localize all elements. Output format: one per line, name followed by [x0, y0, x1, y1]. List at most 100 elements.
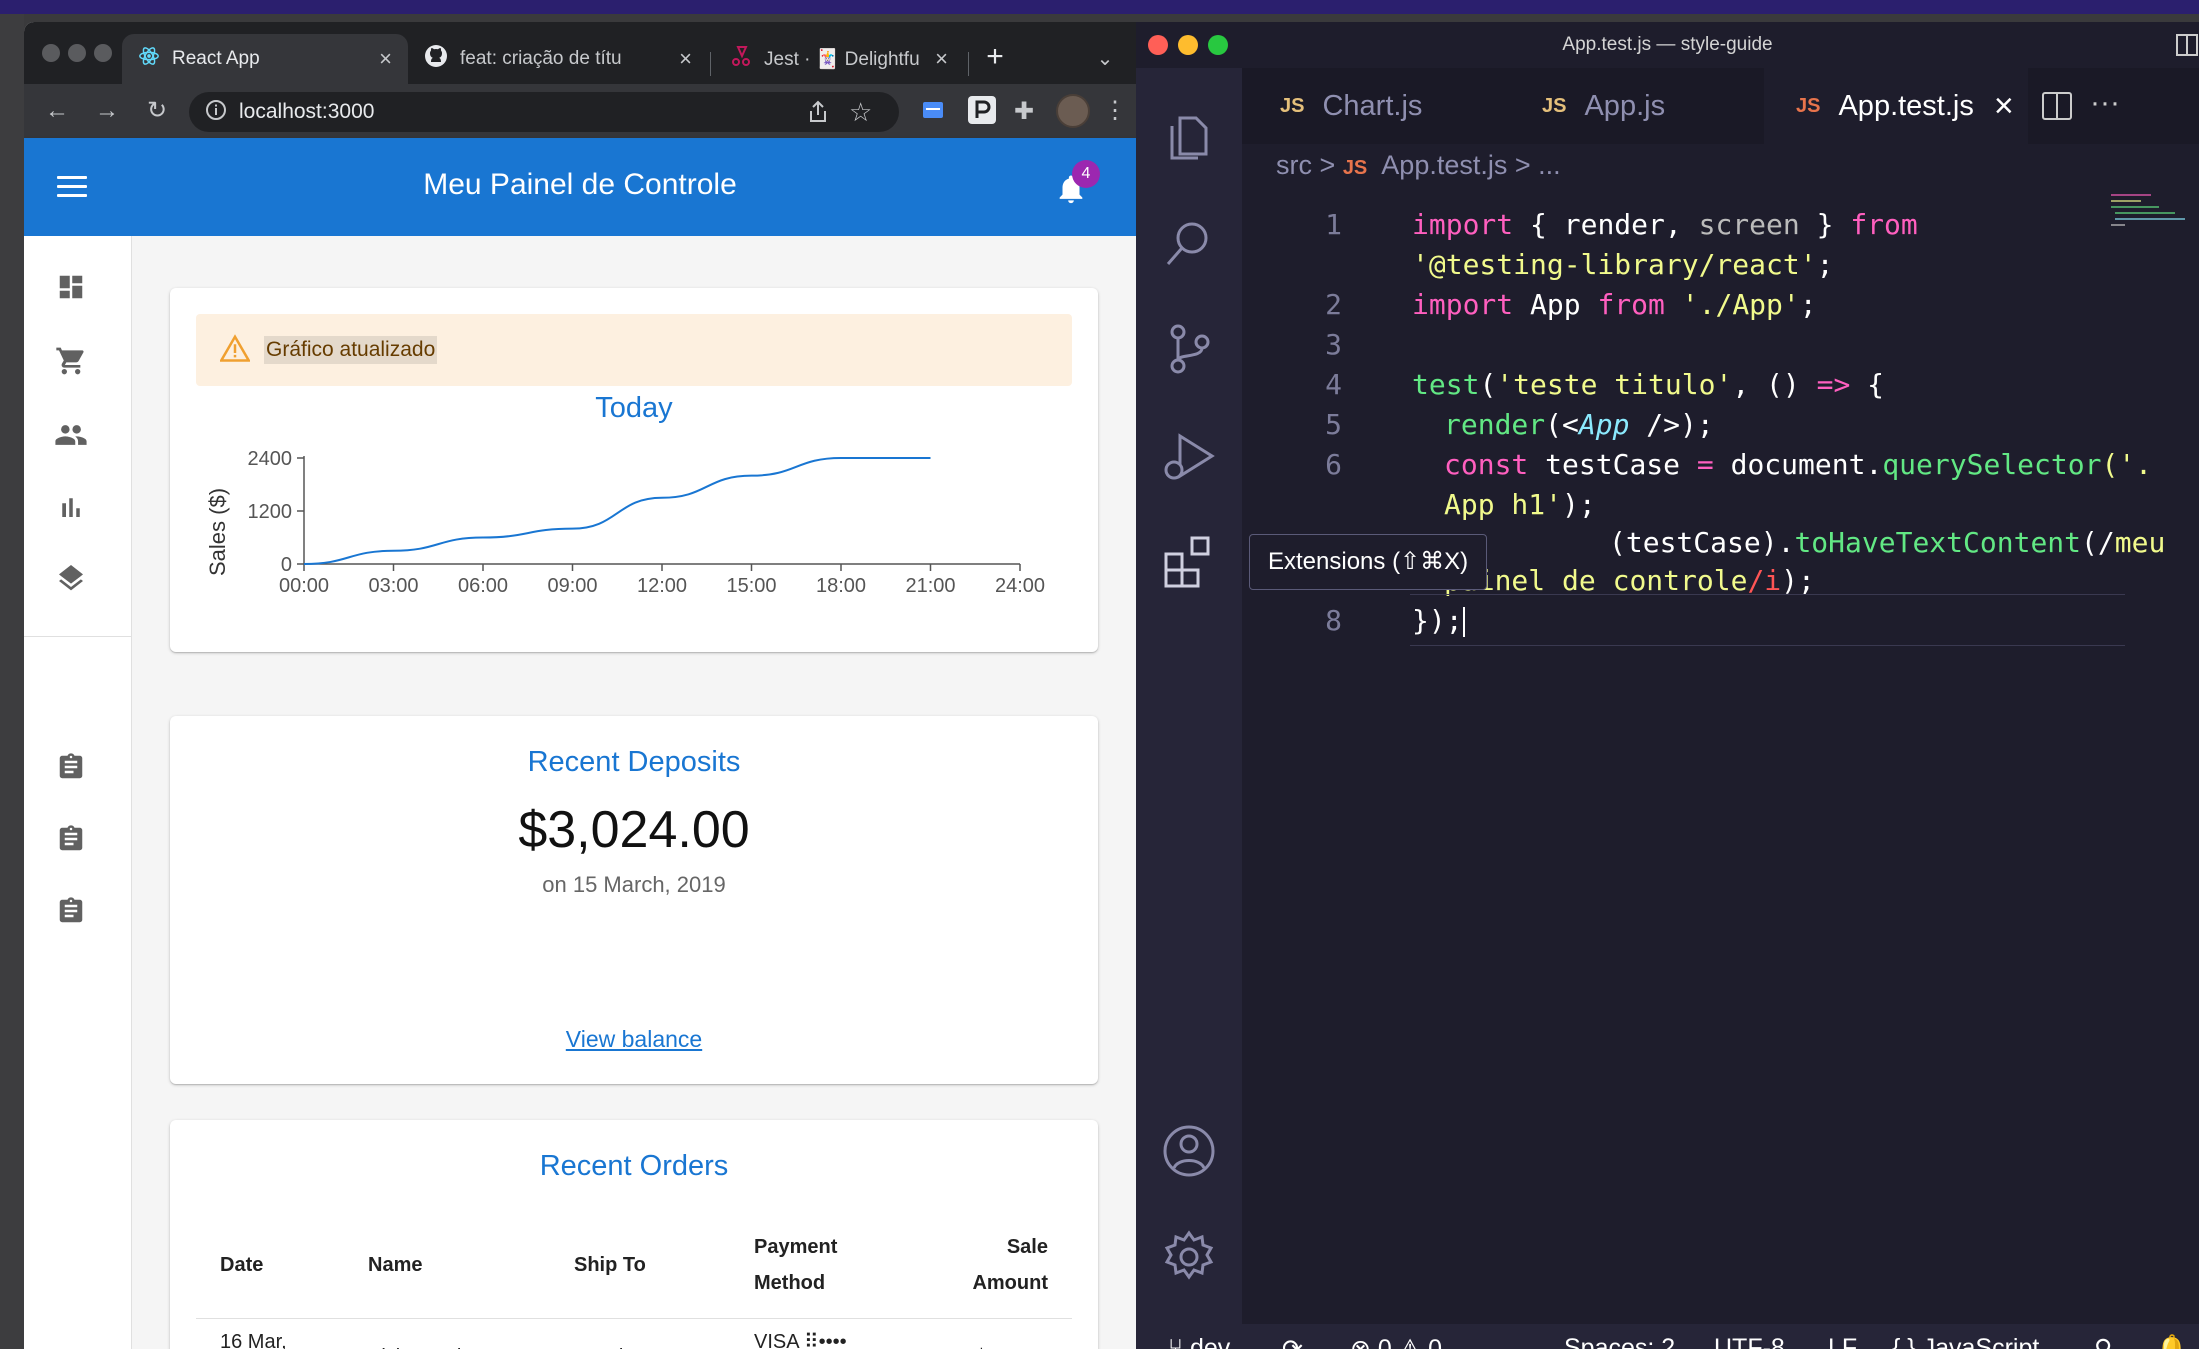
- extensions-puzzle-icon[interactable]: ✚: [1014, 97, 1034, 126]
- browser-tab-github[interactable]: feat: criação de títu ×: [408, 34, 708, 84]
- braces-icon: { }: [1892, 1334, 1916, 1349]
- explorer-files-icon[interactable]: [1160, 108, 1218, 166]
- chart-card: Gráfico atualizado Today Sales ($) 2400 1…: [170, 288, 1098, 652]
- eol-status[interactable]: LF: [1828, 1334, 1857, 1349]
- sidebar-item-integrations[interactable]: [48, 558, 94, 604]
- sidebar-item-orders[interactable]: [48, 338, 94, 384]
- browser-tab-react-app[interactable]: React App ×: [122, 34, 408, 84]
- code-token: '@testing-library/react': [1412, 248, 1817, 281]
- window-minimize-dot[interactable]: [68, 44, 86, 62]
- sidebar-item-customers[interactable]: [48, 412, 94, 458]
- window-zoom-dot[interactable]: [94, 44, 112, 62]
- reload-icon[interactable]: ↻: [142, 96, 172, 126]
- code-token: const: [1444, 448, 1529, 481]
- extensions-icon[interactable]: [1160, 532, 1218, 590]
- notifications-bell-icon[interactable]: 🔔: [2156, 1334, 2187, 1349]
- back-arrow-icon[interactable]: ←: [42, 96, 72, 126]
- code-line: import { render, screen } from: [1412, 208, 1918, 241]
- sidebar-item-report-2[interactable]: [48, 816, 94, 862]
- window-close-dot[interactable]: [42, 44, 60, 62]
- settings-gear-icon[interactable]: [1160, 1228, 1218, 1286]
- sidebar-item-dashboard[interactable]: [48, 264, 94, 310]
- branch-name: dev: [1189, 1334, 1231, 1349]
- share-icon[interactable]: [807, 100, 829, 129]
- line-number: 2: [1325, 288, 1342, 321]
- view-balance-link[interactable]: View balance: [170, 1026, 1098, 1053]
- sync-icon[interactable]: ⟳: [1282, 1334, 1303, 1349]
- extension-p-icon[interactable]: [968, 96, 996, 129]
- tab-close-button[interactable]: ×: [679, 46, 692, 72]
- source-control-icon[interactable]: [1160, 320, 1218, 378]
- desktop-top-strip: [0, 0, 2199, 14]
- tab-close-button[interactable]: ×: [1994, 87, 2014, 126]
- react-icon: [138, 45, 160, 73]
- code-token: import: [1412, 288, 1514, 321]
- error-count: 0: [1377, 1335, 1392, 1349]
- code-token: 'teste titulo': [1496, 368, 1733, 401]
- layout-icon[interactable]: [2176, 34, 2198, 61]
- forward-arrow-icon[interactable]: →: [92, 96, 122, 126]
- header-line: Sale: [1006, 1235, 1048, 1258]
- column-header-payment: Payment Method: [730, 1212, 906, 1319]
- x-tick-label: 15:00: [726, 575, 776, 597]
- sidebar-item-reports[interactable]: [48, 484, 94, 530]
- more-actions-icon[interactable]: ···: [2090, 86, 2120, 120]
- x-tick-label: 24:00: [995, 575, 1045, 597]
- minimap[interactable]: [2111, 192, 2189, 232]
- encoding-status[interactable]: UTF-8: [1714, 1334, 1785, 1349]
- window-title: App.test.js — style-guide: [1562, 34, 1773, 55]
- editor-tab-chart[interactable]: JS Chart.js: [1242, 68, 1504, 144]
- line-number: 1: [1325, 208, 1342, 241]
- run-debug-icon[interactable]: [1160, 428, 1218, 486]
- feedback-icon[interactable]: ⚲: [2094, 1334, 2112, 1349]
- editor-tab-app-test[interactable]: JS App.test.js ×: [1764, 68, 2028, 144]
- breadcrumb-separator: >: [1319, 150, 1336, 180]
- breadcrumb: src > JS App.test.js > ...: [1276, 150, 1561, 181]
- js-file-icon: JS: [1796, 94, 1821, 117]
- tab-close-button[interactable]: ×: [379, 46, 392, 72]
- tab-search-chevron-icon[interactable]: ⌄: [1090, 44, 1120, 74]
- table-header-row: Date Name Ship To Payment Method Sale Amou…: [196, 1212, 1072, 1319]
- editor-tab-app[interactable]: JS App.js: [1504, 68, 1764, 144]
- split-editor-icon[interactable]: [2042, 92, 2072, 125]
- breadcrumb-file[interactable]: App.test.js: [1381, 150, 1507, 180]
- code-token: App: [1513, 288, 1598, 321]
- language-status[interactable]: { } JavaScript: [1892, 1334, 2039, 1349]
- page-title: Meu Painel de Controle: [423, 168, 737, 201]
- new-tab-button[interactable]: +: [980, 42, 1010, 72]
- browser-tab-jest[interactable]: Jest · 🃏 Delightfu ×: [714, 34, 964, 84]
- problems-status[interactable]: ⊗ 0 ⚠ 0: [1350, 1334, 1442, 1349]
- browser-toolbar: ← → ↻ localhost:3000 ☆ ✚ ⋮: [24, 84, 1136, 138]
- y-tick-label: 0: [281, 554, 292, 576]
- browser-menu-icon[interactable]: ⋮: [1100, 96, 1130, 126]
- branch-status[interactable]: ⑂ dev: [1168, 1334, 1230, 1349]
- cell-line: 16 Mar,: [220, 1330, 287, 1349]
- orders-title: Recent Orders: [539, 1150, 729, 1182]
- sidebar-item-report-3[interactable]: [48, 888, 94, 934]
- sidebar-item-report-1[interactable]: [48, 744, 94, 790]
- avatar[interactable]: [1056, 94, 1090, 128]
- tab-label: Chart.js: [1322, 89, 1423, 122]
- js-file-icon: JS: [1342, 157, 1368, 179]
- breadcrumb-symbol[interactable]: > ...: [1515, 150, 1561, 180]
- extension-window-icon[interactable]: [922, 100, 944, 125]
- code-token: ;: [1799, 288, 1817, 321]
- code-token: );: [1562, 488, 1596, 521]
- tab-title: React App: [172, 48, 260, 69]
- tab-close-button[interactable]: ×: [935, 46, 948, 72]
- table-row[interactable]: 16 Mar,2019 Elvis Presley Tupelo, MS VIS…: [196, 1318, 1072, 1349]
- bookmark-star-icon[interactable]: ☆: [849, 97, 872, 128]
- address-bar[interactable]: localhost:3000 ☆: [189, 92, 899, 132]
- error-icon: ⊗: [1350, 1335, 1378, 1349]
- assignment-icon: [59, 825, 83, 851]
- code-token: (: [1479, 368, 1497, 401]
- cell-name: Elvis Presley: [344, 1318, 550, 1349]
- line-number: 8: [1325, 604, 1342, 637]
- indentation-status[interactable]: Spaces: 2: [1564, 1334, 1675, 1349]
- js-file-icon: JS: [1280, 94, 1305, 117]
- status-bar: ⑂ dev ⟳ ⊗ 0 ⚠ 0 Spaces: 2 UTF-8 LF { } J…: [1136, 1324, 2199, 1349]
- search-icon[interactable]: [1160, 214, 1218, 272]
- account-icon[interactable]: [1160, 1122, 1218, 1180]
- header-line: Payment: [754, 1235, 838, 1258]
- breadcrumb-folder[interactable]: src: [1276, 150, 1312, 180]
